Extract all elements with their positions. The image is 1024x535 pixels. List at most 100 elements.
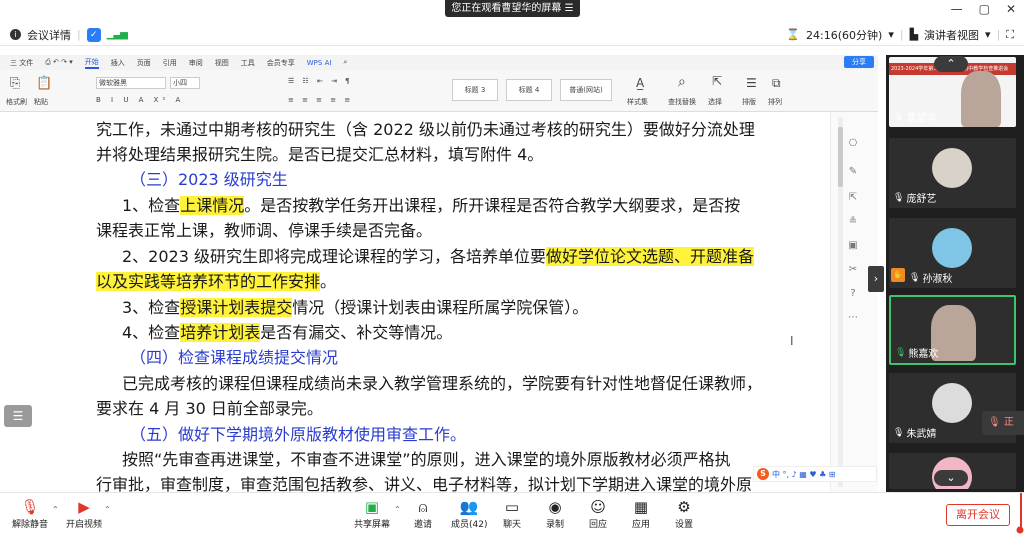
document-page[interactable]: 究工作，未通过中期考核的研究生（含 2022 级以前仍未通过考核的研究生）要做好… (0, 112, 830, 492)
tools-icon[interactable]: ✂ (847, 264, 859, 276)
gear-icon: ⚙ (677, 498, 691, 516)
scroll-down-icon[interactable]: ⌄ (934, 470, 968, 486)
avatar (932, 148, 972, 188)
style-normal-web[interactable]: 普通(网站) (560, 79, 612, 101)
pointer-icon[interactable]: ⇱ (847, 192, 859, 204)
doc-scrollbar[interactable] (838, 117, 843, 487)
menu-view[interactable]: 视图 (215, 58, 229, 68)
style-heading4[interactable]: 标题 4 (506, 79, 552, 101)
pen-icon[interactable]: ✎ (847, 166, 859, 178)
restore-icon[interactable]: ▢ (979, 2, 990, 16)
layout-tool-icon[interactable]: ☰ (746, 76, 757, 90)
video-options-icon[interactable]: ⌃ (104, 505, 111, 514)
menu-review[interactable]: 审阅 (189, 58, 203, 68)
paste-icon[interactable]: 📋 (36, 76, 52, 91)
format-painter-icon[interactable]: ⎘ (10, 76, 20, 91)
record-button[interactable]: ◉ 录制 (546, 497, 564, 530)
doc-line: 4、检查培养计划表是否有漏交、补交等情况。 (122, 323, 453, 342)
help-icon[interactable]: ? (847, 288, 859, 300)
participant-name: 🎙 曹望华 (893, 111, 937, 125)
chat-button[interactable]: ▭ 聊天 (503, 497, 521, 530)
apps-icon: ▦ (633, 498, 649, 516)
view-mode-select[interactable]: 演讲者视图 (924, 27, 979, 43)
search-icon[interactable]: ⌕ (343, 58, 347, 67)
shield-icon[interactable]: ✓ (86, 27, 101, 42)
signal-icon[interactable]: ▁▃▅ (107, 29, 128, 40)
quick-access-icons[interactable]: ⎙ ↶ ↷ ▾ (45, 58, 73, 67)
sliders-icon[interactable]: ≗ (847, 216, 859, 228)
doc-line: 并将处理结果报研究生院。是否已提交汇总材料，填写附件 4。 (96, 145, 544, 164)
text-format-buttons[interactable]: B I U A X² A (96, 96, 184, 104)
text-cursor-icon: I (790, 334, 794, 348)
find-icon[interactable]: ⌕ (678, 74, 686, 90)
arrange-icon[interactable]: ⧉ (772, 76, 781, 91)
menu-wps-ai[interactable]: WPS AI (307, 59, 332, 67)
leave-meeting-button[interactable]: 离开会议 (946, 504, 1010, 526)
close-icon[interactable]: ✕ (1006, 2, 1016, 16)
view-dropdown-icon[interactable]: ▾ (985, 28, 991, 41)
wps-ribbon: ⎘ 格式刷 📋 粘贴 微软雅黑 小四 B I U A X² A ☰ ☷ ⇤ ⇥ … (0, 70, 878, 112)
meeting-details-link[interactable]: 会议详情 (27, 27, 71, 43)
add-user-icon: ⍝ (418, 498, 428, 516)
share-options-icon[interactable]: ⌃ (394, 505, 401, 514)
select-icon[interactable]: ⇱ (712, 74, 722, 88)
invite-button[interactable]: ⍝ 邀请 (414, 497, 432, 530)
wps-side-tools: ⎔ ✎ ⇱ ≗ ▣ ✂ ? ⋯ (830, 112, 878, 492)
fullscreen-icon[interactable]: ⛶ (1006, 28, 1014, 42)
layout-icon: ▙ (909, 28, 919, 41)
style-set-icon[interactable]: A̲ (636, 76, 644, 90)
participant-tile[interactable]: 🎙 孙淑秋 (889, 218, 1016, 288)
side-floating-tab[interactable]: 🎙 正 (982, 411, 1024, 435)
select-label: 选择 (708, 98, 722, 106)
scroll-thumb[interactable] (838, 127, 843, 187)
list-buttons[interactable]: ☰ ☷ ⇤ ⇥ ¶ (288, 77, 353, 85)
list-menu-icon[interactable]: ☰ (4, 405, 32, 427)
settings-button[interactable]: ⚙ 设置 (675, 497, 693, 530)
participant-name: 🎙 庞舒艺 (893, 192, 937, 206)
scroll-up-icon[interactable]: ⌃ (934, 56, 968, 72)
audio-options-icon[interactable]: ⌃ (52, 505, 59, 514)
menu-page[interactable]: 页面 (137, 58, 151, 68)
mic-active-icon: 🎙 (895, 347, 907, 358)
ime-status[interactable]: 中 °, ♪ ▦ ♥ ♣ ⊞ (772, 469, 836, 480)
menu-home[interactable]: 开始 (84, 57, 99, 69)
participant-tile-active[interactable]: 🎙 熊嘉欢 (889, 295, 1016, 365)
doc-heading: （三）2023 级研究生 (130, 170, 288, 189)
menu-tools[interactable]: 工具 (241, 58, 255, 68)
layout-tool-label: 排版 (742, 98, 756, 106)
image-icon[interactable]: ▣ (847, 240, 859, 252)
align-buttons[interactable]: ≡ ≡ ≡ ≡ ≡ (288, 96, 353, 104)
record-icon: ◉ (548, 498, 562, 516)
minimize-icon[interactable]: — (951, 2, 963, 16)
shared-screen: 三 文件 ⎙ ↶ ↷ ▾ 开始 插入 页面 引用 审阅 视图 工具 会员专享 W… (0, 55, 878, 492)
more-icon[interactable]: ⋯ (847, 312, 859, 324)
screen-share-banner[interactable]: 您正在观看曹望华的屏幕 ☰ (445, 0, 580, 17)
members-button[interactable]: 👥 成员(42) (451, 497, 487, 530)
participant-tile[interactable]: 🎙 庞舒艺 (889, 138, 1016, 208)
ime-toolbar[interactable]: S 中 °, ♪ ▦ ♥ ♣ ⊞ (753, 466, 877, 482)
start-video-button[interactable]: ▶ 开启视频 (66, 497, 102, 530)
participant-name: 🎙 熊嘉欢 (895, 347, 939, 361)
font-size-select[interactable]: 小四 (170, 77, 200, 89)
menu-member[interactable]: 会员专享 (267, 58, 295, 68)
share-screen-button[interactable]: ▣ 共享屏幕 (354, 497, 390, 530)
doc-line: 以及实践等培养环节的工作安排。 (96, 272, 337, 291)
info-icon[interactable]: i (10, 29, 21, 40)
doc-line: 课程表正常上课，教师调、停课手续是否完备。 (96, 221, 433, 240)
timer-dropdown-icon[interactable]: ▾ (888, 28, 894, 41)
react-button[interactable]: ☺ 回应 (589, 497, 607, 530)
menu-references[interactable]: 引用 (163, 58, 177, 68)
status-indicator (1016, 493, 1024, 534)
share-button[interactable]: 分享 (844, 56, 874, 68)
sogou-icon[interactable]: S (757, 468, 769, 480)
font-name-select[interactable]: 微软雅黑 (96, 77, 166, 89)
unmute-button[interactable]: 🎙 解除静音 (12, 497, 48, 530)
nav-icon[interactable]: ⎔ (847, 138, 859, 150)
menu-insert[interactable]: 插入 (111, 58, 125, 68)
meeting-timer: 24:16(60分钟) (806, 28, 883, 42)
apps-button[interactable]: ▦ 应用 (632, 497, 650, 530)
style-heading3[interactable]: 标题 3 (452, 79, 498, 101)
collapse-panel-icon[interactable]: › (868, 266, 884, 292)
paste-label: 粘贴 (34, 98, 48, 106)
menu-file[interactable]: 三 文件 (10, 58, 33, 68)
